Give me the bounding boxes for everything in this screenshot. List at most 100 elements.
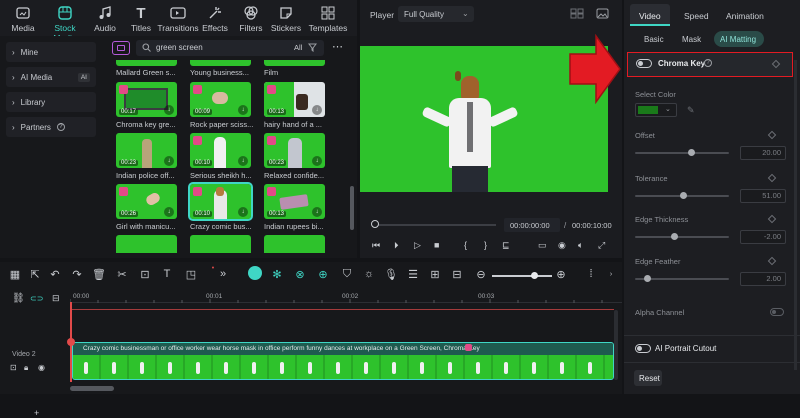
alpha-channel-toggle[interactable] [770, 308, 784, 316]
more-tools-icon[interactable]: » [216, 268, 230, 280]
timeline-vscrollbar[interactable] [614, 310, 618, 380]
ai-portrait-toggle[interactable] [635, 344, 651, 353]
stop-icon[interactable]: ■ [434, 240, 439, 250]
edge-feather-value[interactable]: 2.00 [740, 272, 786, 286]
tab-animation[interactable]: Animation [726, 11, 764, 21]
toolbar-stickers[interactable]: Stickers [266, 5, 306, 33]
download-icon[interactable]: ↓ [238, 156, 248, 166]
current-time-field[interactable]: 00:00:00:00 [504, 218, 560, 232]
download-icon[interactable]: ↓ [164, 156, 174, 166]
tab-video[interactable]: Video [630, 4, 670, 26]
media-thumb[interactable]: 00:09 ↓ [190, 82, 251, 117]
edge-thickness-value[interactable]: -2.00 [740, 230, 786, 244]
crop-icon[interactable]: ⊡ [138, 268, 152, 281]
edge-feather-slider-handle[interactable] [644, 275, 651, 282]
add-track-button[interactable]: + [34, 409, 39, 418]
link-icon[interactable]: ⛓ [12, 293, 25, 304]
zoom-slider[interactable] [492, 275, 552, 277]
filter-dropdown[interactable]: All [294, 43, 302, 52]
split-icon[interactable]: ✂ [115, 268, 129, 281]
tolerance-slider-handle[interactable] [680, 192, 687, 199]
sidebar-item-ai-media[interactable]: › AI Media AI [6, 67, 96, 87]
media-scrollbar[interactable] [350, 186, 354, 230]
list-icon[interactable]: ☰ [406, 268, 420, 281]
download-icon[interactable]: ↓ [238, 207, 248, 217]
media-thumb-partial[interactable] [116, 235, 177, 253]
snapshot-image-icon[interactable] [596, 8, 609, 19]
track-video-icon[interactable]: ⊡ [10, 363, 17, 372]
eyedropper-icon[interactable]: ✎ [687, 105, 695, 116]
help-icon[interactable]: ? [704, 59, 712, 67]
toolbar-effects[interactable]: Effects [196, 5, 234, 33]
chevron-right-icon[interactable]: › [604, 271, 618, 278]
download-icon[interactable]: ↓ [164, 207, 174, 217]
download-icon[interactable]: ↓ [164, 105, 174, 115]
track-layout-icon[interactable]: ⊟ [52, 293, 60, 304]
keyframe-diamond-icon[interactable] [767, 256, 777, 266]
reset-button[interactable]: Reset [634, 370, 662, 386]
play-icon[interactable]: ▷ [414, 240, 421, 251]
media-thumb[interactable]: 00:23 ↓ [116, 133, 177, 168]
camera-icon[interactable]: ◉ [558, 240, 566, 251]
filter-icon[interactable] [308, 43, 317, 52]
media-thumb-partial[interactable] [116, 60, 177, 66]
edge-thickness-slider-handle[interactable] [671, 233, 678, 240]
download-icon[interactable]: ↓ [312, 207, 322, 217]
track-lock-icon[interactable]: 🔒︎ [24, 363, 28, 373]
toolbar-audio[interactable]: Audio [86, 5, 124, 33]
toolbar-templates[interactable]: Templates [304, 5, 352, 33]
quality-dropdown[interactable]: Full Quality ⌄ [398, 6, 474, 22]
media-thumb-partial[interactable] [264, 60, 325, 66]
sun-icon[interactable]: ☼ [362, 268, 376, 280]
toolbar-transitions[interactable]: Transitions [155, 5, 201, 33]
offset-slider-handle[interactable] [688, 149, 695, 156]
keyframe-diamond-icon[interactable] [771, 59, 781, 69]
undo-icon[interactable]: ↶ [48, 268, 62, 281]
help-icon[interactable]: ? [56, 123, 65, 131]
zoom-in-icon[interactable]: ⊕ [554, 268, 568, 281]
delete-icon[interactable]: 🗑︎ [92, 268, 106, 281]
ai-media-toggle-icon[interactable] [112, 41, 130, 55]
subtab-mask[interactable]: Mask [682, 35, 701, 44]
zoom-out-icon[interactable]: ⊖ [474, 268, 488, 281]
download-icon[interactable]: ↓ [312, 105, 322, 115]
text-tool-icon[interactable]: T [160, 268, 174, 280]
snapshot-icon[interactable]: ⊟ [450, 268, 464, 281]
timeline-scrollbar[interactable] [70, 386, 114, 391]
redo-icon[interactable]: ↷ [70, 268, 84, 281]
color-picker-dropdown[interactable]: ⌄ [635, 103, 677, 117]
timeline-clip[interactable]: Crazy comic businessman or office worker… [72, 342, 614, 380]
motion-track-icon[interactable]: ✻ [270, 268, 284, 281]
insert-icon[interactable]: ⊞ [428, 268, 442, 281]
auto-ripple-icon[interactable]: ⊕ [316, 268, 330, 281]
scrub-bar[interactable] [374, 224, 496, 226]
marker-icon[interactable]: ⛉ [340, 268, 354, 281]
download-icon[interactable]: ↓ [238, 105, 248, 115]
media-thumb[interactable]: 00:23 ↓ [264, 133, 325, 168]
volume-icon[interactable]: 🔈︎ [578, 240, 583, 251]
toolbar-filters[interactable]: Filters [232, 5, 270, 33]
export-frame-icon[interactable]: ⊑ [502, 240, 510, 251]
display-icon[interactable]: ▭ [538, 240, 547, 251]
mark-in-icon[interactable]: { [464, 240, 467, 250]
sidebar-item-mine[interactable]: › Mine [6, 42, 96, 62]
offset-slider[interactable] [635, 152, 729, 154]
subtab-basic[interactable]: Basic [644, 35, 664, 44]
media-thumb[interactable]: 00:10 ↓ [190, 133, 251, 168]
search-input[interactable]: green screen [156, 43, 203, 52]
zoom-slider-handle[interactable] [531, 272, 538, 279]
download-icon[interactable]: ↓ [312, 156, 322, 166]
media-thumb[interactable]: 00:17 ↓ [116, 82, 177, 117]
tolerance-value[interactable]: 51.00 [740, 189, 786, 203]
select-tool-icon[interactable]: ⇱ [28, 268, 42, 281]
media-thumb[interactable]: 00:13 ↓ [264, 184, 325, 219]
sidebar-item-library[interactable]: › Library [6, 92, 96, 112]
track-link-icon[interactable]: ⊂⊃ [30, 294, 43, 303]
media-thumb-partial[interactable] [190, 60, 251, 66]
toolbar-media[interactable]: Media [4, 5, 42, 33]
ai-tool-icon[interactable] [248, 266, 262, 280]
mark-out-icon[interactable]: } [484, 240, 487, 250]
media-thumb[interactable]: 00:26 ↓ [116, 184, 177, 219]
grid-view-icon[interactable] [570, 8, 584, 19]
media-thumb-selected[interactable]: 00:10 ↓ [188, 182, 253, 221]
